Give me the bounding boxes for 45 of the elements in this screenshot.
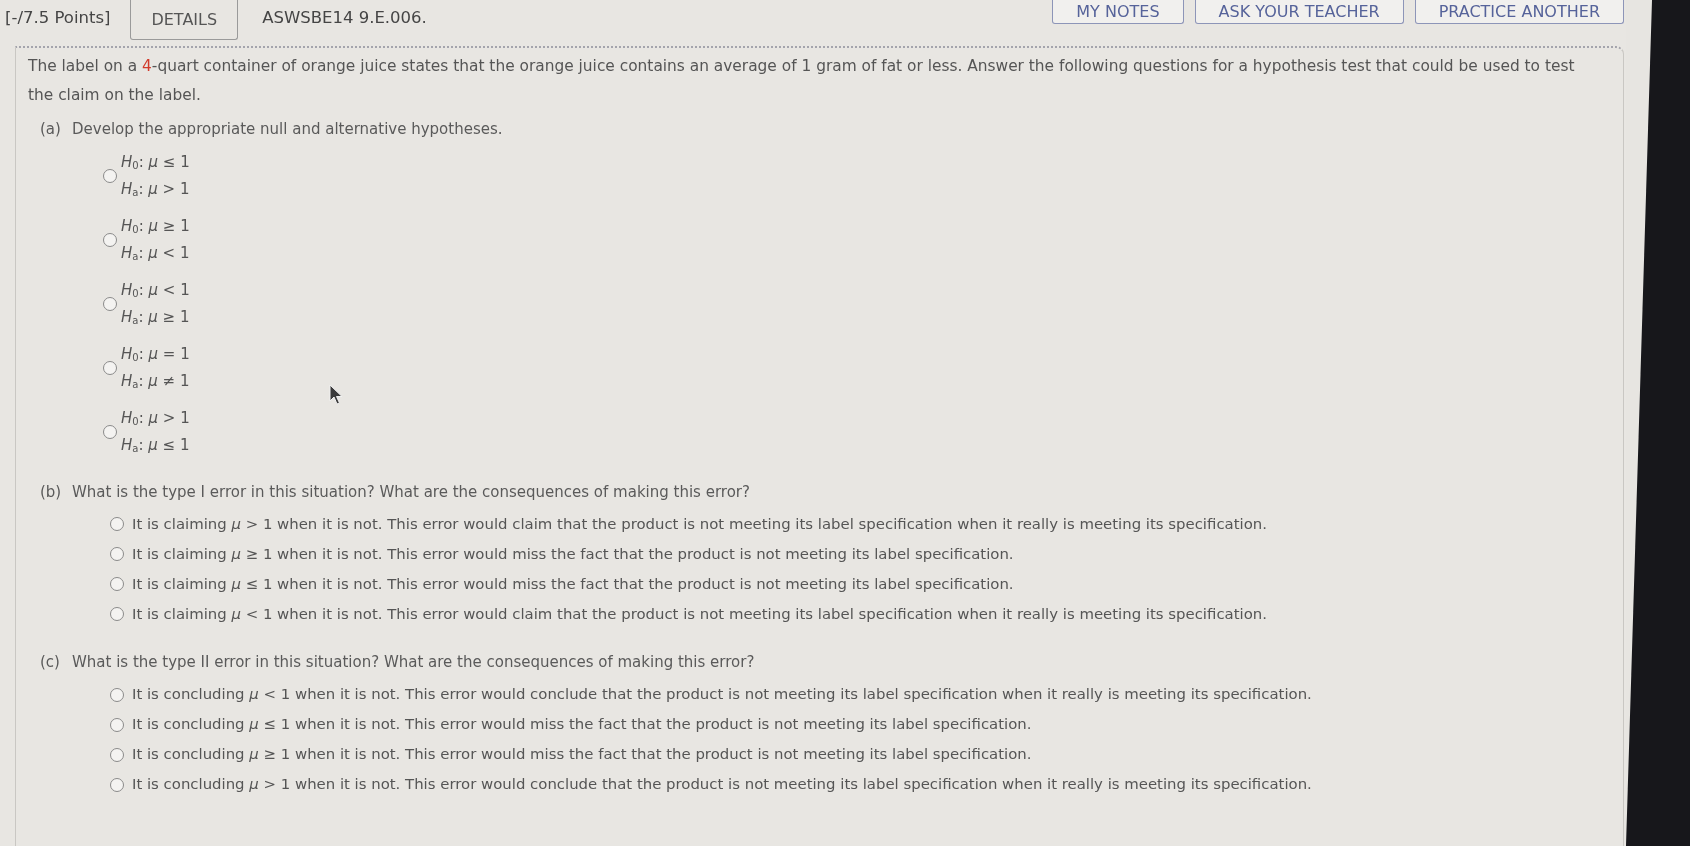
alternative-hypothesis: H$_{a}$: μ ≥ 1 xyxy=(121,306,190,328)
null-hypothesis: H$_{0}$: μ ≤ 1 xyxy=(121,151,190,173)
answer-option: It is claiming μ ≥ 1 when it is not. This error would miss the fact that the product is not meeting its label specification. xyxy=(132,542,1014,566)
null-hypothesis: H$_{0}$: μ ≥ 1 xyxy=(121,215,190,237)
radio-button[interactable] xyxy=(110,577,124,591)
points-label: [-/7.5 Points] xyxy=(5,7,111,29)
answer-option: It is claiming μ > 1 when it is not. This error would claim that the product is not meeting its label specification when it really is meeting its specification. xyxy=(132,512,1267,536)
ask-teacher-button[interactable]: ASK YOUR TEACHER xyxy=(1194,0,1404,24)
radio-button[interactable] xyxy=(103,360,117,375)
alternative-hypothesis: H$_{a}$: μ > 1 xyxy=(121,178,190,200)
details-button[interactable]: DETAILS xyxy=(130,0,239,40)
question-prompt: What is the type II error in this situation? What are the consequences of making this error? xyxy=(72,652,755,673)
part-label: (a) xyxy=(39,119,62,140)
alternative-hypothesis: H$_{a}$: μ ≠ 1 xyxy=(121,370,190,392)
answer-option: It is claiming μ ≤ 1 when it is not. This error would miss the fact that the product is not meeting its label specification. xyxy=(132,572,1014,596)
question-prompt: What is the type I error in this situation? What are the consequences of making this error? xyxy=(72,481,750,503)
radio-button[interactable] xyxy=(110,517,124,531)
radio-button[interactable] xyxy=(110,717,124,732)
radio-button[interactable] xyxy=(110,607,124,621)
radio-button[interactable] xyxy=(110,547,124,561)
radio-button[interactable] xyxy=(103,424,117,439)
problem-id: ASWSBE14 9.E.006. xyxy=(262,7,427,29)
null-hypothesis: H$_{0}$: μ < 1 xyxy=(121,279,190,301)
question-text: The label on a 4-quart container of orange juice states that the orange juice contains an average of 1 gram of fat or less. Answer the following questions for a hypothesis test that could be used to test the claim on the label. xyxy=(28,56,1576,106)
notes-button[interactable]: MY NOTES xyxy=(1052,0,1184,24)
part-label: (b) xyxy=(39,481,63,503)
answer-option: It is concluding μ ≥ 1 when it is not. This error would miss the fact that the product is not meeting its label specification. xyxy=(132,743,1032,766)
radio-button[interactable] xyxy=(103,296,117,311)
answer-option: It is concluding μ ≤ 1 when it is not. This error would miss the fact that the product is not meeting its label specification. xyxy=(132,713,1032,736)
answer-option: It is concluding μ > 1 when it is not. This error would conclude that the product is not meeting its label specification when it really is meeting its specification. xyxy=(132,773,1312,796)
radio-button[interactable] xyxy=(110,747,124,762)
question-prompt: Develop the appropriate null and alternative hypotheses. xyxy=(72,119,503,140)
null-hypothesis: H$_{0}$: μ = 1 xyxy=(121,343,190,365)
radio-button[interactable] xyxy=(103,232,117,247)
alternative-hypothesis: H$_{a}$: μ < 1 xyxy=(121,242,190,264)
radio-button[interactable] xyxy=(110,687,124,702)
radio-button[interactable] xyxy=(110,777,124,792)
answer-option: It is concluding μ < 1 when it is not. This error would conclude that the product is not meeting its label specification when it really is meeting its specification. xyxy=(132,683,1312,706)
radio-button[interactable] xyxy=(103,168,117,183)
practice-another-button[interactable]: PRACTICE ANOTHER xyxy=(1414,0,1624,24)
answer-option: It is claiming μ < 1 when it is not. This error would claim that the product is not meeting its label specification when it really is meeting its specification. xyxy=(132,602,1267,626)
mouse-pointer-icon xyxy=(329,384,343,405)
part-label: (c) xyxy=(39,652,61,673)
null-hypothesis: H$_{0}$: μ > 1 xyxy=(121,407,190,429)
alternative-hypothesis: H$_{a}$: μ ≤ 1 xyxy=(121,434,190,456)
